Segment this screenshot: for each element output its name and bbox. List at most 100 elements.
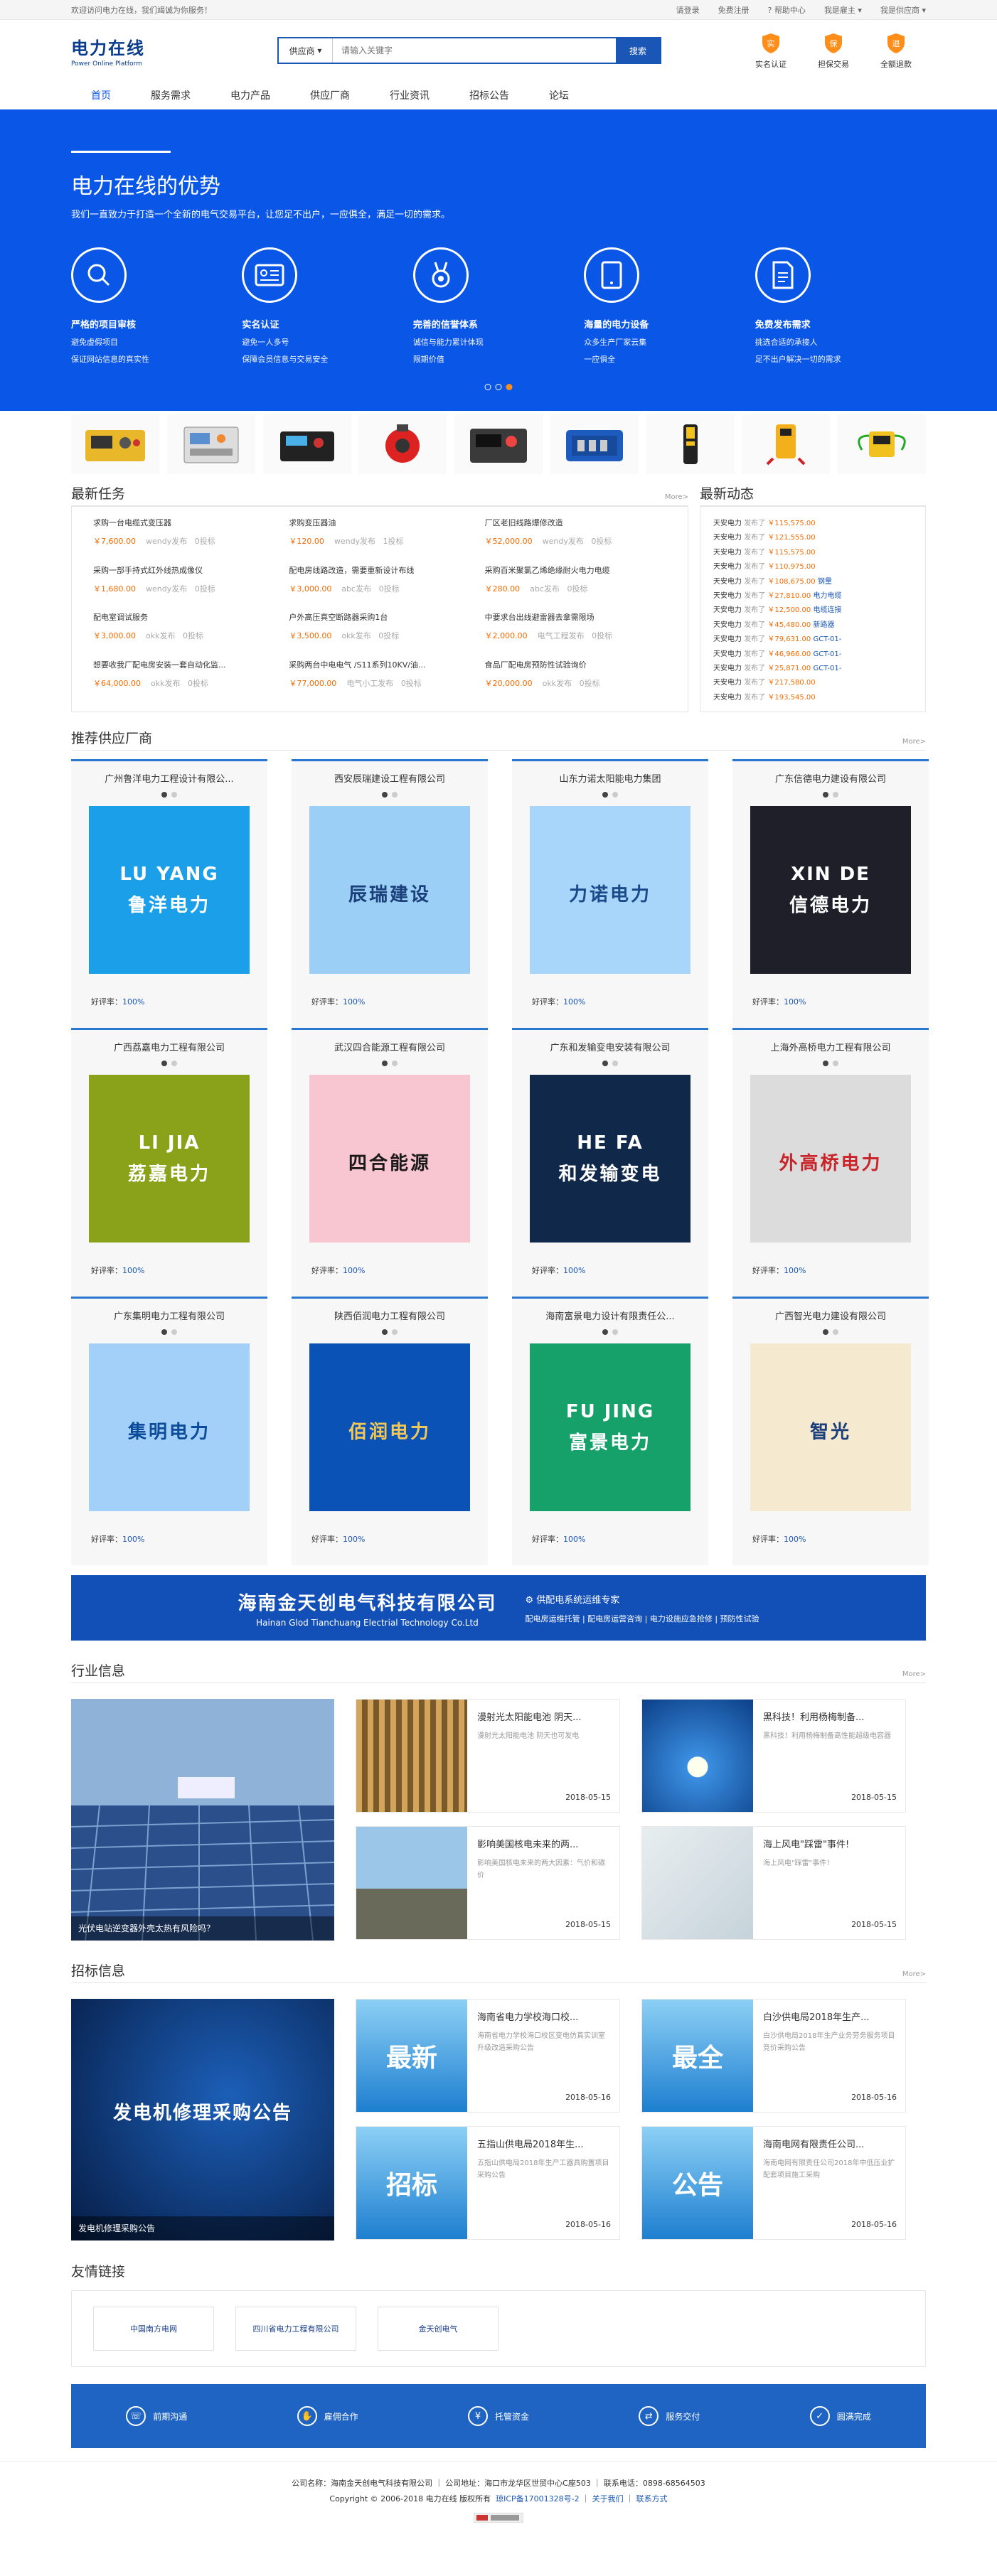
task-item[interactable]: 配电室调试服务 ￥3,000.00 okk发布 0投标 <box>93 611 279 650</box>
about-link[interactable]: 关于我们 <box>592 2494 624 2503</box>
friend-link-sichuan[interactable]: 四川省电力工程有限公司 <box>235 2307 356 2351</box>
supplier-logo-cn: 信德电力 <box>789 894 872 916</box>
tender-featured[interactable]: 发电机修理采购公告 发电机修理采购公告 <box>71 1999 334 2240</box>
site-logo[interactable]: 电力在线 Power Online Platform <box>71 34 256 68</box>
supplier-logo-cn: 佰润电力 <box>348 1421 431 1443</box>
task-item[interactable]: 想要收我厂配电房安装一套自动化监... ￥64,000.00 okk发布 0投标 <box>93 659 279 697</box>
nav-tenders[interactable]: 招标公告 <box>449 88 529 102</box>
task-item[interactable]: 食品厂配电房预防性试验询价 ￥20,000.00 okk发布 0投标 <box>485 659 671 697</box>
register-link[interactable]: 免费注册 <box>718 4 750 16</box>
task-item[interactable]: 户外高压真空断路器采购1台 ￥3,500.00 okk发布 0投标 <box>289 611 474 650</box>
supplier-logo-cn: 智光 <box>809 1421 851 1443</box>
product-image[interactable] <box>262 414 351 474</box>
product-image[interactable] <box>550 414 639 474</box>
feed-row[interactable]: 天安电力 发布了 ￥12,500.00 电缆连接 <box>713 603 912 618</box>
tender-item[interactable]: 招标 五指山供电局2018年生... 五指山供电局2018年生产工器具购置项目采购公… <box>356 2126 620 2240</box>
nav-suppliers[interactable]: 供应厂商 <box>290 88 370 102</box>
supplier-card[interactable]: 广东和发输变电安装有限公司 HE FA 和发输变电 好评率：100% <box>512 1028 708 1297</box>
feed-row[interactable]: 天安电力 发布了 ￥193,545.00 <box>713 691 912 705</box>
nav-service-demand[interactable]: 服务需求 <box>131 88 210 102</box>
feed-row[interactable]: 天安电力 发布了 ￥115,575.00 <box>713 517 912 531</box>
feed-row[interactable]: 天安电力 发布了 ￥25,871.00 GCT-01- <box>713 662 912 676</box>
carousel-dot[interactable] <box>484 384 491 390</box>
tender-item[interactable]: 最新 海南省电力学校海口校... 海南省电力学校海口校区变电仿真实训室升级改造采购公… <box>356 1999 620 2113</box>
task-item[interactable]: 采购两台中电电气 /S11系列10KV/油... ￥77,000.00 电气小工发布… <box>289 659 474 697</box>
task-item[interactable]: 厂区老旧线路爆修改造 ￥52,000.00 wendy发布 0投标 <box>485 517 671 555</box>
feed-row[interactable]: 天安电力 发布了 ￥27,810.00 电力电缆 <box>713 589 912 603</box>
nav-home[interactable]: 首页 <box>71 88 131 102</box>
document-icon <box>755 247 811 303</box>
industry-item[interactable]: 影响美国核电未来的两... 影响美国核电未来的两大因素：气价和碳价 2018-05-… <box>356 1826 620 1940</box>
product-image[interactable] <box>454 414 543 474</box>
shield-icon: 退 <box>885 31 907 55</box>
search-category-select[interactable]: 供应商 ▾ <box>279 38 333 63</box>
supplier-menu[interactable]: 我是供应商 ▾ <box>880 4 926 16</box>
industry-featured[interactable]: 光伏电站逆变器外壳太热有风险吗？ <box>70 1699 335 1941</box>
carousel-dot-active[interactable] <box>506 384 513 390</box>
supplier-dots <box>732 792 929 798</box>
contact-link[interactable]: 联系方式 <box>636 2494 668 2503</box>
supplier-card[interactable]: 广东集明电力工程有限公司 集明电力 好评率：100% <box>71 1297 267 1565</box>
supplier-card[interactable]: 广西荔嘉电力工程有限公司 LI JIA 荔嘉电力 好评率：100% <box>71 1028 267 1297</box>
product-image[interactable] <box>358 414 447 474</box>
supplier-dots <box>292 792 488 798</box>
carousel-dot[interactable] <box>495 384 502 390</box>
icp-link[interactable]: 琼ICP备17001328号-2 <box>496 2494 580 2503</box>
task-item[interactable]: 采购一部手持式红外线热成像仪 ￥1,680.00 wendy发布 0投标 <box>93 564 279 603</box>
feed-row[interactable]: 天安电力 发布了 ￥110,975.00 <box>713 560 912 574</box>
product-image[interactable] <box>646 414 735 474</box>
search-button[interactable]: 搜索 <box>616 38 660 63</box>
nav-power-products[interactable]: 电力产品 <box>210 88 290 102</box>
supplier-logo-cn: 富景电力 <box>568 1432 651 1454</box>
friend-link-jintianchuang[interactable]: 金天创电气 <box>378 2307 498 2351</box>
help-center-link[interactable]: ? 帮助中心 <box>768 4 806 16</box>
task-item[interactable]: 配电房线路改造，需要重新设计布线 ￥3,000.00 abc发布 0投标 <box>289 564 474 603</box>
svg-text:实: 实 <box>767 38 775 48</box>
supplier-card[interactable]: 西安辰瑞建设工程有限公司 辰瑞建设 好评率：100% <box>292 759 488 1028</box>
friend-link-csg[interactable]: 中国南方电网 <box>93 2307 214 2351</box>
task-item[interactable]: 求购变压器油 ￥120.00 wendy发布 1投标 <box>289 517 474 555</box>
supplier-card[interactable]: 山东力诺太阳能电力集团 力诺电力 好评率：100% <box>512 759 708 1028</box>
tender-item[interactable]: 最全 白沙供电局2018年生产... 白沙供电局2018年生产业务劳务服务项目竞价采… <box>641 1999 906 2113</box>
feed-row[interactable]: 天安电力 发布了 ￥108,675.00 钢量 <box>713 575 912 589</box>
tasks-more-link[interactable]: More> <box>665 493 688 505</box>
task-item[interactable]: 采购百米聚氯乙烯绝缘耐火电力电缆 ￥280.00 abc发布 0投标 <box>485 564 671 603</box>
task-item[interactable]: 求购一台电缆式变压器 ￥7,600.00 wendy发布 0投标 <box>93 517 279 555</box>
task-item[interactable]: 中要求台出线避雷器去拿需限场 ￥2,000.00 电气工程发布 0投标 <box>485 611 671 650</box>
product-image[interactable] <box>166 414 255 474</box>
supplier-card[interactable]: 海南富景电力设计有限责任公... FU JING 富景电力 好评率：100% <box>512 1297 708 1565</box>
nav-industry-news[interactable]: 行业资讯 <box>370 88 449 102</box>
industry-more-link[interactable]: More> <box>902 1670 926 1683</box>
feed-row[interactable]: 天安电力 发布了 ￥46,966.00 GCT-01- <box>713 648 912 662</box>
gear-icon: ⚙ <box>525 1594 534 1606</box>
product-image[interactable] <box>838 414 926 474</box>
industry-item[interactable]: 黑科技！利用杨梅制备... 黑科技！利用杨梅制备高性能超级电容器 2018-05-1… <box>641 1699 906 1813</box>
tender-badge: 最新 <box>356 2000 467 2112</box>
supplier-card[interactable]: 广州鲁洋电力工程设计有限公... LU YANG 鲁洋电力 好评率：100% <box>71 759 267 1028</box>
supplier-card[interactable]: 上海外高桥电力工程有限公司 外高桥电力 好评率：100% <box>732 1028 929 1297</box>
ad-banner[interactable]: 海南金天创电气科技有限公司 Hainan Glod Tianchuang Ele… <box>71 1575 926 1641</box>
supplier-card[interactable]: 陕西佰润电力工程有限公司 佰润电力 好评率：100% <box>292 1297 488 1565</box>
nav-forum[interactable]: 论坛 <box>529 88 589 102</box>
activity-feed: 天安电力 发布了 ￥115,575.00 天安电力 发布了 ￥121,555.0… <box>700 506 926 712</box>
feed-row[interactable]: 天安电力 发布了 ￥79,631.00 GCT-01- <box>713 633 912 647</box>
search-input[interactable] <box>333 38 616 63</box>
product-image[interactable] <box>742 414 831 474</box>
employer-menu[interactable]: 我是雇主 ▾ <box>824 4 862 16</box>
tender-item[interactable]: 公告 海南电网有限责任公司... 海南电网有限责任公司2018年中低压业扩配套项目施… <box>641 2126 906 2240</box>
feed-row[interactable]: 天安电力 发布了 ￥45,480.00 新路器 <box>713 618 912 633</box>
supplier-card[interactable]: 广西智光电力建设有限公司 智光 好评率：100% <box>732 1297 929 1565</box>
dot <box>823 1329 828 1335</box>
dot <box>171 1061 177 1066</box>
supplier-card[interactable]: 广东信德电力建设有限公司 XIN DE 信德电力 好评率：100% <box>732 759 929 1028</box>
login-link[interactable]: 请登录 <box>676 4 700 16</box>
suppliers-more-link[interactable]: More> <box>902 738 926 750</box>
feed-row[interactable]: 天安电力 发布了 ￥115,575.00 <box>713 546 912 560</box>
feed-row[interactable]: 天安电力 发布了 ￥121,555.00 <box>713 531 912 545</box>
feed-row[interactable]: 天安电力 发布了 ￥217,580.00 <box>713 676 912 690</box>
industry-item[interactable]: 海上风电"踩雷"事件! 海上风电"踩雷"事件！ 2018-05-15 <box>641 1826 906 1940</box>
tender-more-link[interactable]: More> <box>902 1970 926 1982</box>
supplier-card[interactable]: 武汉四合能源工程有限公司 四合能源 好评率：100% <box>292 1028 488 1297</box>
industry-item[interactable]: 漫射光太阳能电池 阴天... 漫射光太阳能电池 阴天也可发电 2018-05-15 <box>356 1699 620 1813</box>
product-image[interactable] <box>71 414 159 474</box>
